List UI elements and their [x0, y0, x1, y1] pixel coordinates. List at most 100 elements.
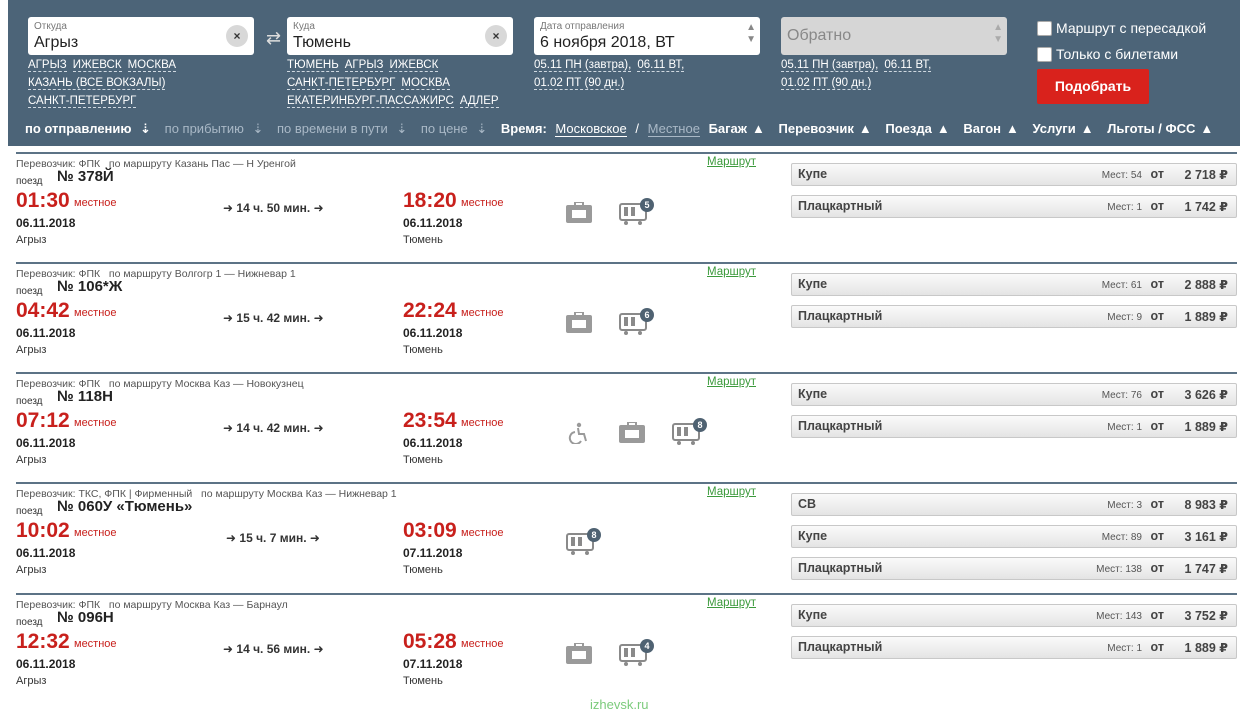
fare-class: Плацкартный [798, 561, 883, 575]
arrival-tz: местное [461, 417, 504, 429]
seats-count: 1 [1136, 643, 1142, 654]
date-link[interactable]: 05.11 ПН (завтра), [534, 59, 632, 72]
to-link[interactable]: ЕКАТЕРИНБУРГ-ПАССАЖИРС [287, 95, 454, 108]
arrival-city: Тюмень [403, 234, 443, 246]
filter-wagon[interactable]: Вагон ▲ [963, 121, 1024, 136]
filter-services[interactable]: Услуги ▲ [1032, 121, 1098, 136]
filter-carrier[interactable]: Перевозчик ▲ [779, 121, 877, 136]
fare-option[interactable]: Купе Мест: 89 от 3 161 ₽ [791, 525, 1237, 548]
wagon-scheme-icon[interactable]: 8 [565, 528, 601, 561]
wagon-count-badge: 5 [640, 198, 654, 212]
tickets-only-checkbox[interactable]: Только с билетами [1037, 46, 1178, 62]
date-label: Дата отправления [540, 21, 625, 32]
arrow-right-icon: ➜ [313, 311, 324, 325]
to-link[interactable]: ТЮМЕНЬ [287, 59, 339, 72]
return-field[interactable]: Обратно ▲ ▼ [781, 17, 1007, 55]
filter-trains[interactable]: Поезда ▲ [885, 121, 954, 136]
route-link[interactable]: Маршрут [707, 376, 756, 388]
train-number[interactable]: № 096Н [57, 609, 114, 626]
from-link[interactable]: МОСКВА [127, 59, 177, 72]
arrow-right-icon: ➜ [223, 201, 234, 215]
from-link[interactable]: ИЖЕВСК [72, 59, 122, 72]
departure-tz: местное [74, 307, 117, 319]
route-link[interactable]: Маршрут [707, 156, 756, 168]
from-link[interactable]: АГРЫЗ [28, 59, 67, 72]
date-link[interactable]: 06.11 ВТ, [637, 59, 685, 72]
checkbox-icon[interactable] [1037, 20, 1052, 36]
return-spinner-icon[interactable]: ▲ ▼ [993, 22, 1003, 46]
to-link[interactable]: МОСКВА [401, 77, 450, 90]
fare-option[interactable]: Купе Мест: 54 от 2 718 ₽ [791, 163, 1237, 186]
fare-option[interactable]: Купе Мест: 61 от 2 888 ₽ [791, 273, 1237, 296]
date-link[interactable]: 01.02 ПТ (90 дн.) [534, 77, 625, 90]
baggage-icon[interactable] [565, 311, 593, 339]
to-input[interactable]: Тюмень [293, 34, 351, 52]
return-link[interactable]: 05.11 ПН (завтра), [781, 59, 879, 72]
arrival-city: Тюмень [403, 675, 443, 687]
wagon-scheme-icon[interactable]: 6 [618, 308, 654, 341]
swap-icon[interactable]: ⇄ [266, 28, 281, 49]
filter-benefits[interactable]: Льготы / ФСС ▲ [1107, 121, 1218, 136]
fare-option[interactable]: Плацкартный Мест: 1 от 1 889 ₽ [791, 636, 1237, 659]
route-name: по маршруту Москва Каз — Нижневар 1 [201, 488, 397, 500]
arrival-tz: местное [461, 527, 504, 539]
baggage-icon[interactable] [565, 642, 593, 670]
departure-city: Агрыз [16, 675, 47, 687]
from-link[interactable]: САНКТ-ПЕТЕРБУРГ [28, 95, 137, 108]
to-link[interactable]: АДЛЕР [459, 95, 499, 108]
wheelchair-icon[interactable] [568, 422, 590, 449]
train-number[interactable]: № 106*Ж [57, 278, 122, 295]
departure-city: Агрыз [16, 564, 47, 576]
fare-option[interactable]: Плацкартный Мест: 1 от 1 742 ₽ [791, 195, 1237, 218]
fare-option[interactable]: Плацкартный Мест: 1 от 1 889 ₽ [791, 415, 1237, 438]
from-link[interactable]: КАЗАНЬ (ВСЕ ВОКЗАЛЫ) [28, 77, 166, 90]
sort-by-arrival[interactable]: по прибытию ⇣ [165, 121, 269, 136]
to-link[interactable]: ИЖЕВСК [389, 59, 439, 72]
time-moscow-link[interactable]: Московское [555, 121, 627, 137]
baggage-icon[interactable] [565, 201, 593, 229]
route-link[interactable]: Маршрут [707, 597, 756, 609]
clear-to-button[interactable]: × [485, 25, 507, 47]
from-input[interactable]: Агрыз [34, 34, 78, 52]
fare-option[interactable]: Купе Мест: 143 от 3 752 ₽ [791, 604, 1237, 627]
fare-option[interactable]: Купе Мест: 76 от 3 626 ₽ [791, 383, 1237, 406]
transfer-checkbox[interactable]: Маршрут с пересадкой [1037, 20, 1206, 36]
date-field[interactable]: Дата отправления 6 ноября 2018, ВТ ▲ ▼ [534, 17, 760, 55]
return-link[interactable]: 06.11 ВТ, [884, 59, 932, 72]
triangle-up-icon: ▲ [1200, 121, 1214, 136]
checkbox-icon[interactable] [1037, 46, 1052, 62]
wagon-scheme-icon[interactable]: 8 [671, 418, 707, 451]
fare-option[interactable]: СВ Мест: 3 от 8 983 ₽ [791, 493, 1237, 516]
date-input[interactable]: 6 ноября 2018, ВТ [540, 34, 675, 52]
to-link[interactable]: САНКТ-ПЕТЕРБУРГ [287, 77, 396, 90]
return-input[interactable]: Обратно [787, 27, 851, 45]
clear-from-button[interactable]: × [226, 25, 248, 47]
to-link[interactable]: АГРЫЗ [344, 59, 384, 72]
train-row: Перевозчик: ФПК по маршруту Казань Пас —… [16, 152, 1237, 262]
sort-by-price[interactable]: по цене ⇣ [421, 121, 492, 136]
sort-by-departure[interactable]: по отправлению ⇣ [25, 121, 156, 136]
seats-available: Мест: 9 [1107, 312, 1142, 323]
wagon-scheme-icon[interactable]: 5 [618, 198, 654, 231]
fare-option[interactable]: Плацкартный Мест: 9 от 1 889 ₽ [791, 305, 1237, 328]
submit-search-button[interactable]: Подобрать [1037, 69, 1149, 104]
fare-option[interactable]: Плацкартный Мест: 138 от 1 747 ₽ [791, 557, 1237, 580]
departure-city: Агрыз [16, 344, 47, 356]
route-link[interactable]: Маршрут [707, 266, 756, 278]
wagon-scheme-icon[interactable]: 4 [618, 639, 654, 672]
baggage-icon[interactable] [618, 421, 646, 449]
arrival-tz: местное [461, 307, 504, 319]
return-link[interactable]: 01.02 ПТ (90 дн.) [781, 77, 872, 90]
filter-baggage[interactable]: Багаж ▲ [709, 121, 770, 136]
from-quick-links: АГРЫЗ ИЖЕВСК МОСКВА КАЗАНЬ (ВСЕ ВОКЗАЛЫ) С… [28, 56, 258, 110]
seats-prefix: Мест: [1107, 500, 1134, 511]
train-number[interactable]: № 378Й [57, 168, 114, 185]
to-field[interactable]: Куда Тюмень × [287, 17, 513, 55]
train-number[interactable]: № 060У «Тюмень» [57, 498, 192, 515]
sort-by-travel-time[interactable]: по времени в пути ⇣ [277, 121, 412, 136]
route-link[interactable]: Маршрут [707, 486, 756, 498]
time-local-link[interactable]: Местное [647, 121, 700, 137]
date-spinner-icon[interactable]: ▲ ▼ [746, 22, 756, 46]
from-field[interactable]: Откуда Агрыз × [28, 17, 254, 55]
train-number[interactable]: № 118Н [57, 388, 113, 405]
